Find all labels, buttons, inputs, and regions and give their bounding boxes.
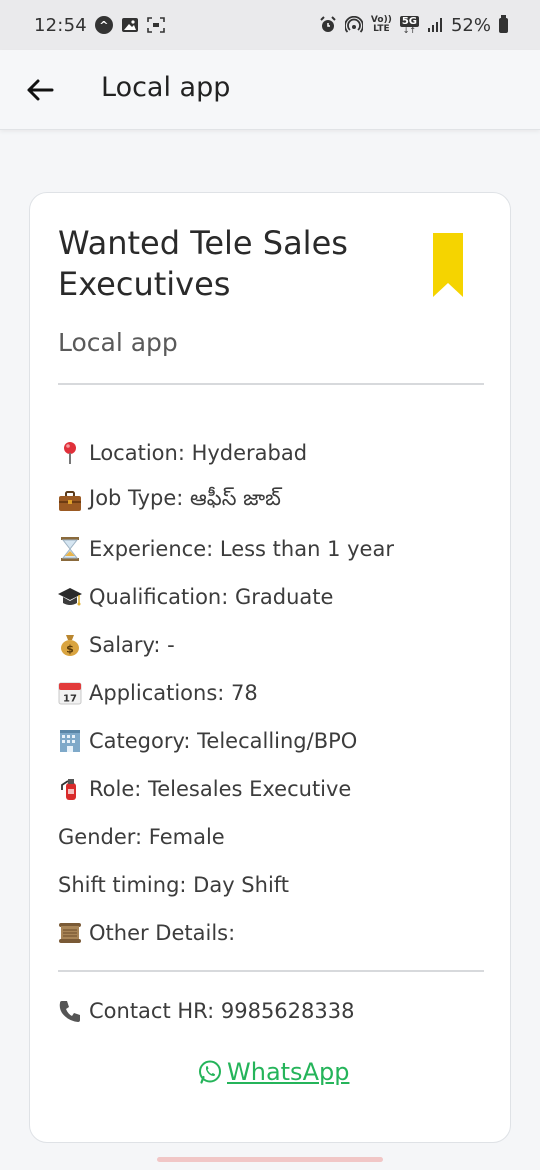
detail-location: Location: Hyderabad [58, 429, 498, 477]
job-details-list: Location: Hyderabad Job Type: ఆఫీస్ జాబ్… [58, 429, 498, 957]
job-title: Wanted Tele Sales Executives [58, 224, 348, 303]
detail-text: Role: Telesales Executive [89, 777, 352, 801]
battery-icon [499, 14, 508, 33]
detail-text: Applications: 78 [89, 681, 258, 705]
detail-text: Category: Telecalling/BPO [89, 729, 358, 753]
whatsapp-link[interactable]: WhatsApp [197, 1058, 349, 1086]
svg-text:$: $ [66, 643, 74, 656]
detail-qualification: Qualification: Graduate [58, 573, 498, 621]
detail-text: Shift timing: Day Shift [58, 873, 290, 897]
detail-applications: 17 Applications: 78 [58, 669, 498, 717]
status-left: 12:54 ^ [34, 15, 165, 36]
image-icon [121, 17, 139, 33]
battery-percent: 52% [450, 14, 491, 36]
detail-role: Role: Telesales Executive [58, 765, 498, 813]
office-building-icon [58, 729, 82, 753]
bookmark-icon [433, 233, 463, 297]
detail-text: Gender: Female [58, 825, 225, 849]
hourglass-icon [58, 537, 82, 561]
detail-job-type: Job Type: ఆఫీస్ జాబ్ [58, 477, 498, 525]
fire-extinguisher-icon [58, 777, 82, 801]
detail-text: Location: Hyderabad [89, 441, 308, 465]
status-bar: 12:54 ^ Vo)) LTE 5G ↓↑ 52% [0, 0, 540, 50]
status-time: 12:54 [34, 14, 87, 36]
app-bar: Local app [0, 50, 540, 130]
phone-icon [58, 999, 82, 1023]
company-name: Local app [58, 328, 178, 357]
divider [58, 383, 484, 385]
bookmark-button[interactable] [433, 233, 463, 297]
detail-text: Other Details: [89, 921, 236, 945]
app-circle-icon: ^ [94, 16, 113, 34]
detail-experience: Experience: Less than 1 year [58, 525, 498, 573]
hotspot-icon [344, 16, 363, 34]
scroll-icon [58, 921, 82, 945]
money-bag-icon: $ [58, 633, 82, 657]
detail-category: Category: Telecalling/BPO [58, 717, 498, 765]
data-arrows-icon: ↓↑ [402, 25, 417, 35]
divider [58, 970, 484, 972]
detail-text: Qualification: Graduate [89, 585, 334, 609]
contact-hr-text: Contact HR: 9985628338 [89, 999, 355, 1023]
status-right: Vo)) LTE 5G ↓↑ 52% [319, 14, 508, 36]
back-button[interactable] [22, 70, 58, 110]
screenshot-icon [147, 17, 165, 33]
graduation-cap-icon [58, 585, 82, 609]
whatsapp-icon [199, 1060, 221, 1084]
briefcase-icon [58, 489, 82, 513]
location-pin-icon [58, 441, 82, 465]
5g-text: 5G [399, 15, 419, 27]
volte-bottom-text: LTE [373, 24, 390, 34]
detail-shift-timing: Shift timing: Day Shift [58, 861, 498, 909]
detail-salary: $ Salary: - [58, 621, 498, 669]
detail-text: Salary: - [89, 633, 175, 657]
contact-hr: Contact HR: 9985628338 [58, 999, 354, 1023]
detail-text: Experience: Less than 1 year [89, 537, 394, 561]
signal-icon [427, 17, 443, 33]
page-title: Local app [101, 72, 231, 103]
detail-text: Job Type: ఆఫీస్ జాబ్ [89, 486, 281, 510]
job-card: Wanted Tele Sales Executives Local app L… [29, 192, 511, 1143]
alarm-icon [319, 16, 337, 34]
calendar-icon: 17 [58, 681, 82, 705]
arrow-left-icon [27, 79, 54, 101]
detail-gender: Gender: Female [58, 813, 498, 861]
volte-icon: Vo)) LTE [371, 16, 392, 34]
5g-icon: 5G ↓↑ [399, 15, 419, 35]
svg-text:17: 17 [63, 694, 77, 705]
detail-other-details: Other Details: [58, 909, 498, 957]
home-indicator[interactable] [157, 1157, 383, 1162]
whatsapp-label: WhatsApp [227, 1058, 350, 1086]
